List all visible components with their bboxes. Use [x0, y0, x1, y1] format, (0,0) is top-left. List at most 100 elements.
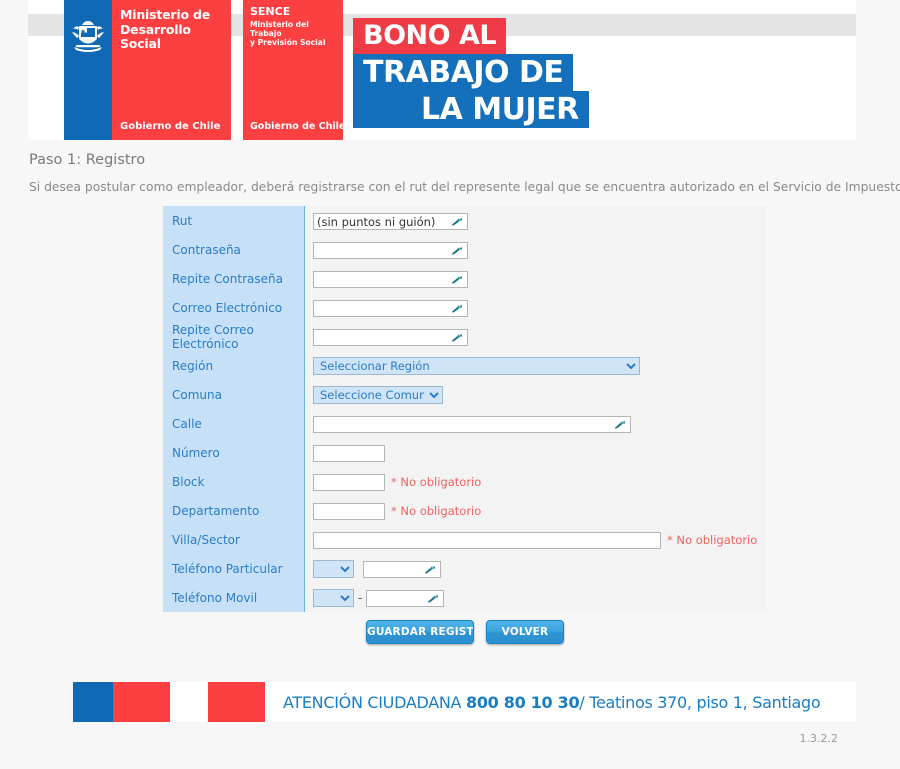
- sence-title: SENCE: [250, 5, 291, 18]
- input-repite-correo-electronico[interactable]: [313, 329, 468, 347]
- input-correo-electronico[interactable]: [313, 300, 468, 318]
- footer-flag-red-2: [208, 682, 265, 722]
- select-comuna[interactable]: Seleccione Comuna: [313, 385, 443, 404]
- input-block[interactable]: [313, 474, 385, 492]
- form-label: Teléfono Particular: [163, 554, 305, 583]
- save-registration-button[interactable]: GUARDAR REGISTRO: [366, 620, 474, 644]
- site-header: Ministerio de Desarrollo Social Gobierno…: [28, 0, 856, 140]
- input-villa-sector[interactable]: [313, 532, 661, 550]
- select-region[interactable]: Seleccionar Región: [313, 356, 640, 375]
- input-wrapper: [313, 414, 631, 434]
- form-field: [305, 293, 767, 322]
- banner-line-2: TRABAJO DE: [353, 54, 574, 91]
- footer-phone: 800 80 10 30: [465, 692, 580, 712]
- form-row: Calle: [163, 409, 767, 438]
- phone-dash-separator: -: [358, 590, 363, 605]
- intro-paragraph: Si desea postular como empleador, deberá…: [29, 180, 900, 194]
- form-label: Número: [163, 438, 305, 467]
- form-field: [305, 409, 767, 438]
- select-telefono-movil-prefix[interactable]: [313, 588, 354, 607]
- input-departamento[interactable]: [313, 503, 385, 521]
- input-numero[interactable]: [313, 445, 385, 463]
- form-field: [305, 206, 767, 235]
- form-field: [305, 264, 767, 293]
- optional-note: * No obligatorio: [391, 503, 482, 518]
- form-label: Región: [163, 351, 305, 380]
- input-repite-contrasena[interactable]: [313, 271, 468, 289]
- form-field: * No obligatorio: [305, 525, 767, 554]
- form-row: Repite Correo Electrónico: [163, 322, 767, 351]
- form-row: Correo Electrónico: [163, 293, 767, 322]
- page-title: Paso 1: Registro: [29, 152, 146, 168]
- footer-separator: /: [579, 692, 585, 712]
- campaign-banner: BONO AL TRABAJO DE LA MUJER: [353, 18, 603, 128]
- form-field: [305, 438, 767, 467]
- banner-line-1: BONO AL: [353, 18, 507, 54]
- form-label: Comuna: [163, 380, 305, 409]
- input-wrapper: [313, 472, 385, 492]
- form-label: Calle: [163, 409, 305, 438]
- footer-flag-gap: [170, 682, 208, 722]
- optional-note: * No obligatorio: [391, 474, 482, 489]
- form-field: [305, 554, 767, 583]
- page-root: Ministerio de Desarrollo Social Gobierno…: [0, 0, 900, 769]
- select-telefono-particular-prefix[interactable]: [313, 559, 354, 578]
- mds-title-line-1: Ministerio de: [120, 7, 211, 22]
- form-label: Rut: [163, 206, 305, 235]
- form-row: Región Seleccionar Región: [163, 351, 767, 380]
- input-wrapper: [313, 211, 468, 231]
- input-wrapper: [313, 298, 468, 318]
- form-field: Seleccionar Región: [305, 351, 767, 380]
- app-version: 1.3.2.2: [799, 732, 838, 745]
- input-wrapper: [363, 559, 441, 579]
- input-contrasena[interactable]: [313, 242, 468, 260]
- logo-blue-panel: [64, 0, 112, 140]
- input-wrapper: [313, 240, 468, 260]
- form-row: Número: [163, 438, 767, 467]
- input-wrapper: [313, 501, 385, 521]
- input-wrapper: [313, 327, 468, 347]
- input-calle[interactable]: [313, 416, 631, 434]
- form-field: * No obligatorio: [305, 467, 767, 496]
- form-label: Repite Correo Electrónico: [163, 322, 305, 351]
- sence-subtitle: Ministerio del Trabajo y Previsión Socia…: [250, 20, 340, 47]
- mds-gobierno-de-chile: Gobierno de Chile: [120, 121, 221, 132]
- form-row: Teléfono Particular: [163, 554, 767, 583]
- escudo-de-chile-icon: [72, 21, 104, 52]
- form-label: Villa/Sector: [163, 525, 305, 554]
- input-telefono-particular[interactable]: [363, 561, 441, 579]
- site-footer: ATENCIÓN CIUDADANA 800 80 10 30/ Teatino…: [28, 672, 856, 769]
- registration-form: RutContraseñaRepite ContraseñaCorreo Ele…: [163, 206, 767, 612]
- mds-title-line-2: Desarrollo: [120, 21, 191, 37]
- footer-contact-line: ATENCIÓN CIUDADANA 800 80 10 30/ Teatino…: [283, 692, 821, 712]
- input-telefono-movil[interactable]: [366, 590, 445, 608]
- form-row: Repite Contraseña: [163, 264, 767, 293]
- banner-line-3: LA MUJER: [353, 91, 589, 128]
- form-row: Teléfono Movil -: [163, 583, 767, 612]
- form-row: Departamento * No obligatorio: [163, 496, 767, 525]
- footer-address: Teatinos 370, piso 1, Santiago: [589, 692, 821, 712]
- input-wrapper: [366, 588, 445, 608]
- optional-note: * No obligatorio: [667, 532, 758, 547]
- sence-subtitle-line-2: y Previsión Social: [250, 38, 326, 47]
- logo-sence: SENCE Ministerio del Trabajo y Previsión…: [243, 0, 346, 140]
- input-wrapper: [313, 530, 661, 550]
- logo-ministerio-desarrollo-social: Ministerio de Desarrollo Social Gobierno…: [64, 0, 231, 140]
- footer-attention-label: ATENCIÓN CIUDADANA: [283, 692, 462, 712]
- sence-gobierno-de-chile: Gobierno de Chile: [250, 121, 346, 132]
- form-field: [305, 322, 767, 351]
- form-row: Comuna Seleccione Comuna: [163, 380, 767, 409]
- form-label: Contraseña: [163, 235, 305, 264]
- back-button[interactable]: VOLVER: [486, 620, 564, 644]
- form-label: Departamento: [163, 496, 305, 525]
- form-label: Repite Contraseña: [163, 264, 305, 293]
- form-field: -: [305, 583, 767, 612]
- form-label: Block: [163, 467, 305, 496]
- form-row: Villa/Sector * No obligatorio: [163, 525, 767, 554]
- input-wrapper: [313, 269, 468, 289]
- form-label: Correo Electrónico: [163, 293, 305, 322]
- input-wrapper: [313, 443, 385, 463]
- footer-flag-blue: [73, 682, 113, 722]
- form-row: Block * No obligatorio: [163, 467, 767, 496]
- input-rut[interactable]: [313, 213, 468, 231]
